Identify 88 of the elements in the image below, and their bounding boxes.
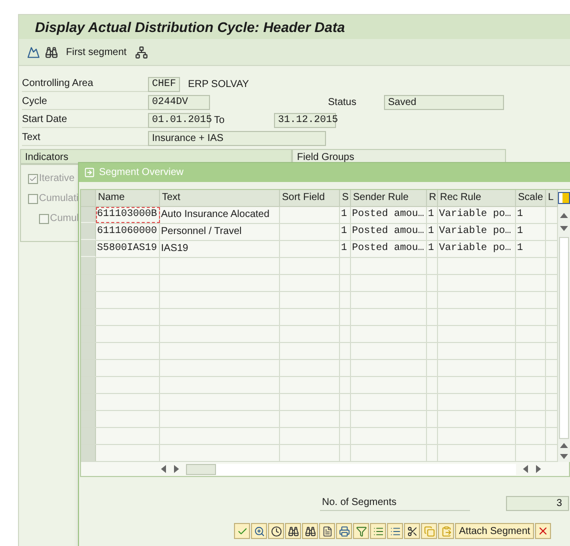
toolbar-button[interactable] (268, 523, 284, 539)
column-header[interactable]: Sender Rule (351, 190, 427, 206)
toolbar-button[interactable] (336, 523, 352, 539)
table-cell: Posted amou… (351, 207, 427, 223)
column-settings-icon[interactable] (558, 192, 570, 204)
scroll-thumb[interactable] (186, 464, 216, 474)
table-cell: Variable po… (438, 241, 516, 257)
table-cell: IAS19 (160, 241, 280, 257)
cancel-button[interactable] (535, 523, 552, 539)
close-icon (537, 525, 550, 537)
magnifier-icon (254, 526, 264, 536)
table-cell: Posted amou… (351, 241, 427, 257)
window-title: Display Actual Distribution Cycle: Header Data (35, 18, 345, 37)
checkbox-label: Cumul (50, 212, 79, 226)
toolbar-button[interactable] (387, 523, 403, 539)
vertical-scrollbar[interactable] (558, 190, 570, 462)
printer-icon (338, 526, 350, 536)
dialog-title: Segment Overview (99, 166, 184, 180)
table-cell: 1 (340, 224, 351, 240)
column-header[interactable]: Sort Field (280, 190, 340, 206)
input-field[interactable]: Saved (384, 94, 504, 110)
table-cell: Posted amou… (351, 224, 427, 240)
horizontal-scrollbar[interactable] (186, 464, 516, 474)
table-cell: 1 (427, 224, 438, 240)
scroll-right-icon[interactable] (173, 465, 180, 473)
tab[interactable]: Indicators (20, 149, 292, 164)
table-cell: 6111060000 (96, 224, 160, 240)
column-header[interactable]: Text (160, 190, 280, 206)
table-cell: 1 (340, 241, 351, 257)
table-cell: 1 (427, 241, 438, 257)
document-icon (322, 526, 332, 536)
table-cell: 1 (427, 207, 438, 223)
count-field: 3 (506, 496, 569, 510)
scroll-down-icon[interactable] (560, 225, 568, 232)
table-cell: 1 (516, 241, 546, 257)
column-header[interactable]: R (427, 190, 438, 206)
table-cell: 1 (516, 224, 546, 240)
area-name: ERP SOLVAY (188, 78, 249, 92)
checkbox-label: Cumulati (39, 192, 78, 206)
table-cell: Personnel / Travel (160, 224, 280, 240)
table-cell: 1 (516, 207, 546, 223)
filter-icon (356, 526, 366, 536)
table-cell: Variable po… (438, 224, 516, 240)
scroll-right-icon[interactable] (535, 465, 542, 473)
field-label: No. of Segments (320, 495, 470, 511)
column-header[interactable]: Scale (516, 190, 546, 206)
scroll-left-icon[interactable] (160, 465, 167, 473)
input-field[interactable]: CHEF (148, 76, 180, 92)
input-field[interactable]: 31.12.2015 (274, 112, 336, 128)
binoculars-icon (304, 526, 316, 536)
toolbar-button[interactable] (302, 523, 318, 539)
table-cell: Variable po… (438, 207, 516, 223)
toolbar-button[interactable] (285, 523, 301, 539)
table-cell: S5800IAS19 (96, 241, 160, 257)
toolbar-button[interactable] (251, 523, 267, 539)
checkbox[interactable] (28, 194, 38, 204)
scroll-left-icon[interactable] (522, 465, 529, 473)
input-field[interactable]: 01.01.2015 (148, 112, 210, 128)
check-icon (236, 526, 248, 536)
scroll-down-icon[interactable] (560, 453, 568, 460)
binoculars-icon (288, 526, 298, 536)
binoculars-icon[interactable] (45, 46, 58, 58)
scroll-thumb[interactable] (559, 237, 569, 439)
toolbar-button[interactable] (404, 523, 420, 539)
window-icon (84, 167, 95, 178)
table-cell: 611103000B (96, 207, 160, 223)
table-cell: 1 (340, 207, 351, 223)
paste-icon (440, 526, 452, 536)
column-header[interactable]: Rec Rule (438, 190, 516, 206)
input-field[interactable]: Insurance + IAS (148, 130, 326, 146)
column-header[interactable]: S (340, 190, 351, 206)
copy-icon (424, 526, 434, 536)
first-segment-button[interactable]: First segment (63, 44, 130, 60)
scroll-up-icon[interactable] (560, 442, 568, 449)
scroll-up-icon[interactable] (560, 212, 568, 219)
input-field[interactable]: 0244DV (148, 94, 210, 110)
checkbox-label: Iterative (39, 172, 75, 186)
toolbar-button[interactable] (319, 523, 335, 539)
field-label: Status (328, 96, 358, 110)
checkbox[interactable] (39, 214, 49, 224)
column-header[interactable]: Name (96, 190, 160, 206)
table-cell: Auto Insurance Alocated (160, 207, 280, 223)
hierarchy-icon[interactable] (134, 46, 148, 58)
clock-icon (270, 526, 282, 536)
field-label: To (214, 114, 226, 128)
checkbox[interactable] (28, 174, 38, 184)
attach-segment-button[interactable]: Attach Segment (455, 523, 534, 539)
scissors-icon (406, 526, 418, 536)
